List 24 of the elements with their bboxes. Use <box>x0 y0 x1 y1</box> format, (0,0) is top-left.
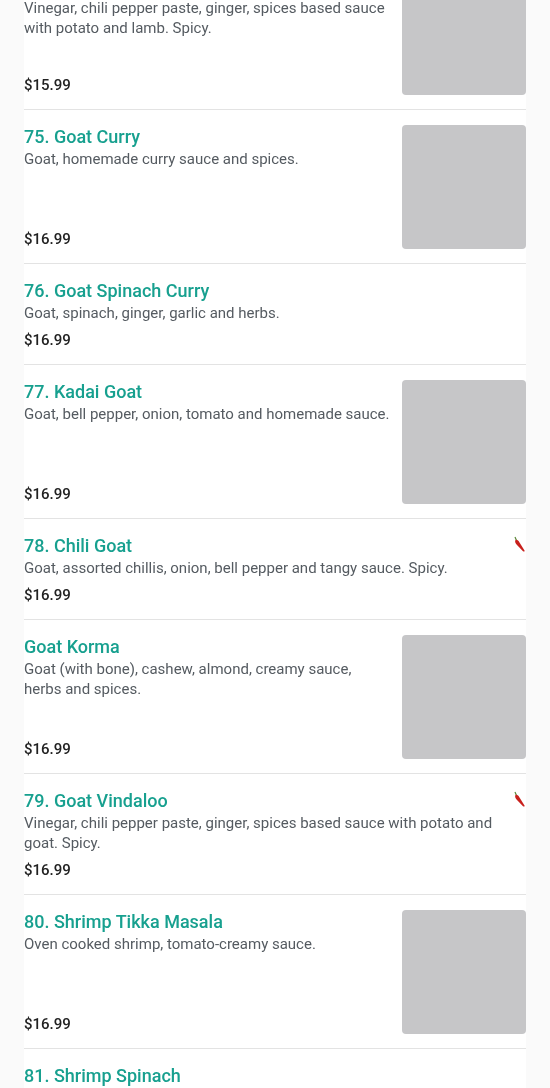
dish-description: Goat, homemade curry sauce and spices. <box>24 149 300 169</box>
dish-description: Goat, assorted chillis, onion, bell pepper and tangy sauce. Spicy. <box>24 558 449 578</box>
dish-name[interactable]: 79. Goat Vindaloo <box>24 789 512 813</box>
dish-price: $16.99 <box>24 1014 72 1034</box>
dish-price: $16.99 <box>24 860 72 880</box>
dish-price: $16.99 <box>24 229 72 249</box>
dish-description: Goat, spinach, ginger, garlic and herbs. <box>24 303 281 323</box>
dish-name[interactable]: 77. Kadai Goat <box>24 380 392 404</box>
dish-price: $16.99 <box>24 330 72 350</box>
dish-name[interactable]: 76. Goat Spinach Curry <box>24 279 526 303</box>
dish-price: $15.99 <box>24 75 72 95</box>
dish-name[interactable]: 75. Goat Curry <box>24 125 392 149</box>
dish-description: Goat, bell pepper, onion, tomato and homemade sauce. <box>24 404 391 424</box>
dish-description: Vinegar, chili pepper paste, ginger, spices based sauce with potato and lamb. Spicy. <box>24 0 386 38</box>
dish-name[interactable]: 80. Shrimp Tikka Masala <box>24 910 392 934</box>
dish-price: $16.99 <box>24 739 72 759</box>
dish-name[interactable]: Goat Korma <box>24 635 392 659</box>
dish-price: $16.99 <box>24 484 72 504</box>
dish-name[interactable]: 78. Chili Goat <box>24 534 512 558</box>
dish-price: $16.99 <box>24 585 72 605</box>
dish-description: Goat (with bone), cashew, almond, creamy sauce, herbs and spices. <box>24 659 353 699</box>
dish-name[interactable]: 81. Shrimp Spinach <box>24 1064 526 1088</box>
dish-description: Oven cooked shrimp, tomato-creamy sauce. <box>24 934 317 954</box>
dish-description: Vinegar, chili pepper paste, ginger, spices based sauce with potato and goat. Spicy. <box>24 813 494 853</box>
